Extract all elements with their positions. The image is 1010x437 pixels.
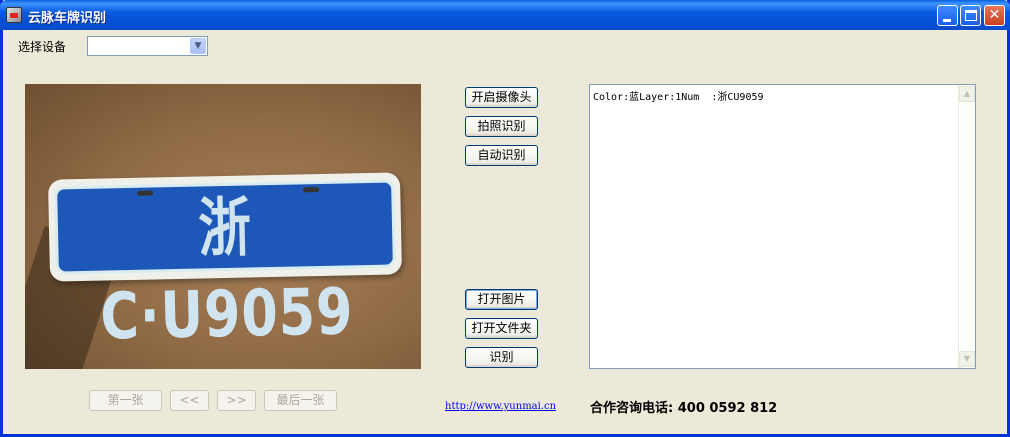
app-icon xyxy=(6,7,22,23)
scroll-down-icon[interactable]: ▼ xyxy=(959,351,975,367)
prev-image-button[interactable]: << xyxy=(170,390,209,411)
result-text: Color:蓝Layer:1Num :浙CU9059 xyxy=(593,92,764,103)
photo-recognize-button[interactable]: 拍照识别 xyxy=(465,116,538,137)
device-label: 选择设备 xyxy=(18,40,67,54)
open-folder-button[interactable]: 打开文件夹 xyxy=(465,318,538,339)
window-title: 云脉车牌识别 xyxy=(28,11,107,26)
maximize-icon xyxy=(965,10,977,21)
last-image-button[interactable]: 最后一张 xyxy=(264,390,337,411)
plate-number: 浙C·U9059 xyxy=(99,191,355,355)
website-link[interactable]: http://www.yunmai.cn xyxy=(445,401,556,412)
title-bar[interactable]: 云脉车牌识别 ✕ xyxy=(0,0,1010,30)
result-scrollbar[interactable]: ▲ ▼ xyxy=(958,85,975,368)
open-camera-button[interactable]: 开启摄像头 xyxy=(465,87,538,108)
close-icon: ✕ xyxy=(988,7,1001,23)
plate-face: 浙C·U9059 xyxy=(54,179,396,355)
hotline-text: 合作咨询电话: 400 0592 812 xyxy=(590,401,778,416)
camera-preview: 浙C·U9059 xyxy=(25,84,421,369)
next-image-button[interactable]: >> xyxy=(217,390,256,411)
minimize-button[interactable] xyxy=(937,5,958,26)
minimize-icon xyxy=(943,19,951,22)
first-image-button[interactable]: 第一张 xyxy=(89,390,162,411)
license-plate-image: 浙C·U9059 xyxy=(47,172,403,355)
scroll-up-icon[interactable]: ▲ xyxy=(959,86,975,102)
maximize-button[interactable] xyxy=(960,5,981,26)
close-button[interactable]: ✕ xyxy=(984,5,1005,26)
recognize-button[interactable]: 识别 xyxy=(465,347,538,368)
open-image-button[interactable]: 打开图片 xyxy=(465,289,538,310)
auto-recognize-button[interactable]: 自动识别 xyxy=(465,145,538,166)
device-select[interactable]: ▼ xyxy=(87,36,208,56)
result-textarea[interactable]: Color:蓝Layer:1Num :浙CU9059 ▲ ▼ xyxy=(589,84,976,369)
chevron-down-icon[interactable]: ▼ xyxy=(190,38,206,54)
